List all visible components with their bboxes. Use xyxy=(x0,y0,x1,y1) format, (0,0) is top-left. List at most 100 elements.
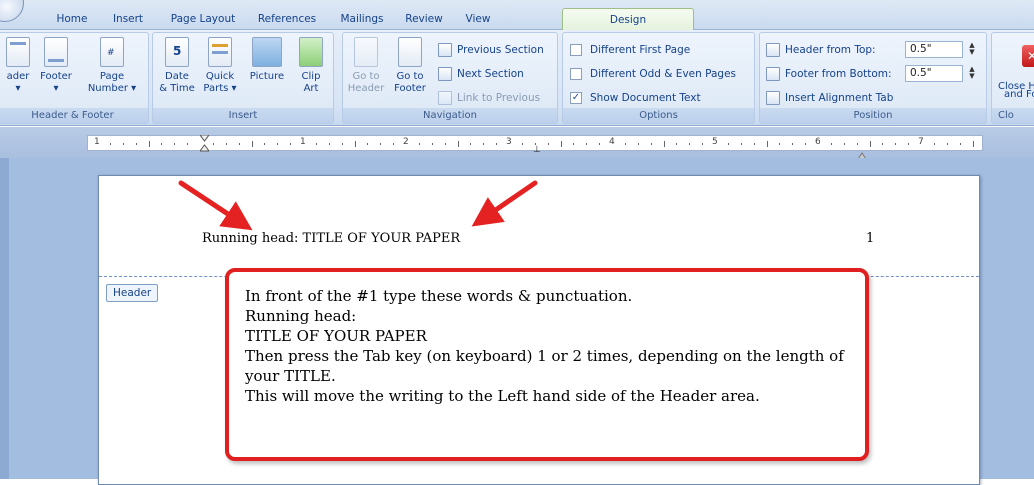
ruler-dot xyxy=(934,143,935,145)
ruler-dot xyxy=(264,143,265,145)
ruler-dot xyxy=(805,143,806,145)
callout-line: Then press the Tab key (on keyboard) 1 o… xyxy=(245,347,844,365)
ruler-dot xyxy=(548,143,549,145)
group-label-header-footer: Header & Footer xyxy=(0,108,148,123)
tab-review[interactable]: Review xyxy=(400,8,448,30)
ruler-dot xyxy=(393,143,394,145)
ruler-dot xyxy=(754,143,755,145)
group-header-footer: ader ▾ Footer ▾ # Page Number ▾ Header &… xyxy=(0,32,149,124)
tab-design[interactable]: Design xyxy=(562,8,694,31)
group-label-navigation: Navigation xyxy=(343,108,557,123)
header-tag: Header xyxy=(106,284,159,302)
ruler-dot xyxy=(483,143,484,145)
clip-art-icon xyxy=(299,37,323,67)
horizontal-ruler[interactable]: 1 1 2 3 4 5 6 7 ⊥ xyxy=(87,134,983,160)
indent-marker-icon[interactable] xyxy=(199,134,210,153)
group-insert: 5 Date & Time Quick Parts ▾ Picture Clip xyxy=(152,32,334,124)
ruler-dot xyxy=(316,143,317,145)
page-number-button[interactable]: # Page Number ▾ xyxy=(87,37,137,107)
ruler-dot xyxy=(329,143,330,145)
ruler-dot xyxy=(651,143,652,145)
header-from-top-input[interactable]: 0.5" xyxy=(905,41,963,58)
picture-button[interactable]: Picture xyxy=(245,37,289,107)
close-icon[interactable]: ✕ xyxy=(1022,45,1034,67)
header-from-top-spinner-icon[interactable]: ▲ ▼ xyxy=(966,41,978,58)
ruler-dot xyxy=(522,143,523,145)
clip-art-button[interactable]: Clip Art xyxy=(291,37,331,107)
tab-stop-right-icon[interactable] xyxy=(857,144,867,160)
vertical-ruler xyxy=(0,158,9,479)
ruler-dot xyxy=(586,143,587,145)
running-head-text[interactable]: Running head: TITLE OF YOUR PAPER xyxy=(202,231,460,246)
ruler-tick xyxy=(973,141,974,147)
page-number-icon: # xyxy=(100,37,124,67)
group-position: Header from Top: 0.5" ▲ ▼ Footer from Bot… xyxy=(759,32,987,124)
ruler-dot xyxy=(599,143,600,145)
ruler-dot xyxy=(573,143,574,145)
show-document-text-checkbox[interactable]: ✓ Show Document Text xyxy=(570,89,701,107)
ruler-dot xyxy=(895,143,896,145)
ruler-dot xyxy=(947,143,948,145)
go-to-header-button[interactable]: Go to Header xyxy=(345,37,387,107)
insert-alignment-tab-button[interactable]: Insert Alignment Tab xyxy=(766,89,893,107)
tab-references[interactable]: References xyxy=(252,8,322,30)
calendar-icon: 5 xyxy=(165,37,189,67)
ruler-dot xyxy=(277,143,278,145)
ruler-dot xyxy=(110,143,111,145)
page-number[interactable]: 1 xyxy=(866,231,874,246)
tab-insert[interactable]: Insert xyxy=(106,8,150,30)
group-label-close: Clo xyxy=(992,108,1034,123)
ruler-dot xyxy=(380,143,381,145)
header-button[interactable]: ader ▾ xyxy=(0,37,37,107)
office-button-icon[interactable] xyxy=(0,0,24,22)
ruler-dot xyxy=(470,143,471,145)
alignment-tab-icon xyxy=(766,91,780,105)
callout-line: In front of the #1 type these words & pu… xyxy=(245,287,633,305)
ruler-dot xyxy=(779,143,780,145)
ruler-number: 5 xyxy=(712,137,718,147)
next-section-button[interactable]: Next Section xyxy=(438,65,524,83)
ruler-number: 3 xyxy=(506,137,512,147)
date-time-button[interactable]: 5 Date & Time xyxy=(155,37,199,107)
ruler-dot xyxy=(792,143,793,145)
ruler-dot xyxy=(728,143,729,145)
go-to-header-icon xyxy=(354,37,378,67)
ruler-tick xyxy=(767,141,768,147)
group-options: Different First Page Different Odd & Eve… xyxy=(562,32,755,124)
quick-parts-icon xyxy=(208,37,232,67)
ruler-dot xyxy=(226,143,227,145)
tab-stop-center-icon[interactable]: ⊥ xyxy=(533,145,541,155)
different-odd-even-checkbox[interactable]: Different Odd & Even Pages xyxy=(570,65,736,83)
ruler-tick xyxy=(355,141,356,147)
footer-from-bottom-spinner-icon[interactable]: ▲ ▼ xyxy=(966,65,978,82)
tab-view[interactable]: View xyxy=(458,8,498,30)
group-close: ✕ Close H and Fo Clo xyxy=(991,32,1034,124)
checkbox-icon xyxy=(570,68,582,80)
quick-parts-button[interactable]: Quick Parts ▾ xyxy=(199,37,241,107)
go-to-footer-button[interactable]: Go to Footer xyxy=(389,37,431,107)
ruler-dot xyxy=(676,143,677,145)
group-label-insert: Insert xyxy=(153,108,333,123)
callout-line: This will move the writing to the Left h… xyxy=(245,387,760,405)
tab-mailings[interactable]: Mailings xyxy=(336,8,388,30)
different-first-page-checkbox[interactable]: Different First Page xyxy=(570,41,690,59)
ruler-dot xyxy=(831,143,832,145)
ruler-number: 1 xyxy=(300,137,306,147)
ruler-number: 7 xyxy=(918,137,924,147)
ruler-dot xyxy=(419,143,420,145)
previous-section-button[interactable]: Previous Section xyxy=(438,41,544,59)
ruler-tick xyxy=(252,141,253,147)
ruler-dot xyxy=(174,143,175,145)
tab-page-layout[interactable]: Page Layout xyxy=(168,8,238,30)
ruler-tick xyxy=(870,141,871,147)
header-from-top-label: Header from Top: xyxy=(766,41,876,59)
footer-from-bottom-label: Footer from Bottom: xyxy=(766,65,892,83)
instruction-callout: In front of the #1 type these words & pu… xyxy=(225,268,869,461)
footer-button[interactable]: Footer ▾ xyxy=(37,37,75,107)
tab-home[interactable]: Home xyxy=(52,8,92,30)
link-to-previous-button[interactable]: Link to Previous xyxy=(438,89,540,107)
ruler-dot xyxy=(123,143,124,145)
ruler-number: 2 xyxy=(403,137,409,147)
footer-from-bottom-input[interactable]: 0.5" xyxy=(905,65,963,82)
footer-from-bottom-icon xyxy=(766,67,780,81)
